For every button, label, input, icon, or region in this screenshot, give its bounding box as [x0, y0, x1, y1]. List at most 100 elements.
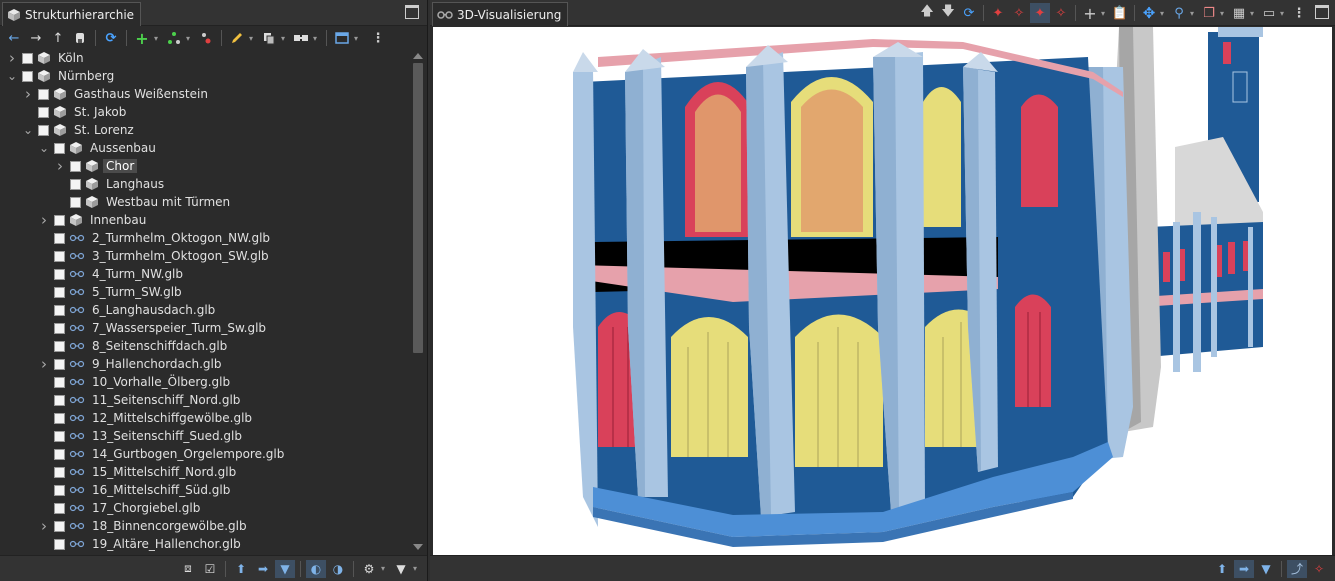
reload-view-icon[interactable]: ⟳ — [959, 3, 979, 23]
chevron-right-icon[interactable]: › — [6, 49, 18, 67]
grid-dropdown-icon[interactable]: ▾ — [1250, 9, 1258, 18]
link-icon[interactable] — [291, 28, 311, 48]
tree-item-checkbox[interactable] — [54, 430, 65, 442]
scroll-down-icon[interactable] — [413, 544, 423, 550]
tree-item[interactable]: 7_Wasserspeier_Turm_Sw.glb — [38, 319, 269, 337]
more-menu-icon[interactable]: ⋮ — [1289, 3, 1309, 23]
maximize-icon[interactable] — [405, 5, 419, 19]
tree-item[interactable]: ⌄ St. Lorenz — [22, 121, 137, 139]
tree-item-checkbox[interactable] — [22, 70, 33, 82]
tree-item-checkbox[interactable] — [54, 304, 65, 316]
pin-tool-icon[interactable]: ✧ — [1309, 560, 1329, 578]
chevron-down-icon[interactable]: ⌄ — [38, 141, 50, 155]
tree-item-checkbox[interactable] — [54, 214, 65, 226]
home-icon[interactable] — [70, 28, 90, 48]
tree-item-checkbox[interactable] — [54, 322, 65, 334]
tree-item[interactable]: St. Jakob — [22, 103, 129, 121]
move-up-icon[interactable]: 🡅 — [917, 3, 937, 23]
tree-item[interactable]: 5_Turm_SW.glb — [38, 283, 185, 301]
pin-clear-icon[interactable]: ✧ — [1051, 3, 1071, 23]
tree-item[interactable]: 4_Turm_NW.glb — [38, 265, 186, 283]
tree-item-checkbox[interactable] — [54, 502, 65, 514]
pan-dropdown-icon[interactable]: ▾ — [1160, 9, 1168, 18]
upload-icon[interactable]: ⬆ — [1212, 560, 1232, 578]
measure-icon[interactable]: ⤴ — [1287, 559, 1307, 578]
tab-3d-visualization[interactable]: 3D-Visualisierung — [432, 2, 569, 26]
chevron-right-icon[interactable]: › — [22, 85, 34, 103]
pin-red-icon[interactable]: ✦ — [988, 3, 1008, 23]
settings-icon[interactable]: ⚙ — [359, 560, 379, 578]
clipboard-icon[interactable]: 📋 — [1110, 3, 1130, 23]
arrow-right-icon[interactable]: ➡ — [1234, 559, 1254, 578]
forward-arrow-icon[interactable]: → — [26, 28, 46, 48]
tree-item[interactable]: 19_Altäre_Hallenchor.glb — [38, 535, 244, 553]
tree-item[interactable]: › 9_Hallenchordach.glb — [38, 355, 225, 373]
pan-move-icon[interactable]: ✥ — [1139, 3, 1159, 23]
edit-dropdown-icon[interactable]: ▾ — [249, 34, 257, 43]
tree-item[interactable]: › Gasthaus Weißenstein — [22, 85, 211, 103]
link-dropdown-icon[interactable]: ▾ — [313, 34, 321, 43]
tree-item-checkbox[interactable] — [54, 484, 65, 496]
view-options-icon[interactable] — [332, 28, 352, 48]
view-options-dropdown-icon[interactable]: ▾ — [354, 34, 362, 43]
chevron-right-icon[interactable]: › — [38, 517, 50, 535]
tree-item[interactable]: 13_Seitenschiff_Sued.glb — [38, 427, 245, 445]
tree-item-checkbox[interactable] — [70, 178, 81, 190]
tree-item-checkbox[interactable] — [54, 538, 65, 550]
tree-item[interactable]: 11_Seitenschiff_Nord.glb — [38, 391, 243, 409]
zoom-dropdown-icon[interactable]: ▾ — [1190, 9, 1198, 18]
tree-item-checkbox[interactable] — [54, 376, 65, 388]
zoom-icon[interactable]: ⚲ — [1169, 3, 1189, 23]
tree-scrollbar[interactable] — [410, 49, 426, 554]
tree-item-checkbox[interactable] — [54, 268, 65, 280]
tree-item[interactable]: Westbau mit Türmen — [54, 193, 233, 211]
chevron-right-icon[interactable]: › — [38, 355, 50, 373]
add-child-icon[interactable] — [164, 28, 184, 48]
tree-item-checkbox[interactable] — [54, 358, 65, 370]
maximize-icon[interactable] — [1315, 5, 1329, 19]
tree-item[interactable]: 15_Mittelschiff_Nord.glb — [38, 463, 239, 481]
eraser-icon[interactable]: ❐ — [1199, 3, 1219, 23]
grid-icon[interactable]: ▦ — [1229, 3, 1249, 23]
scrollbar-thumb[interactable] — [413, 63, 423, 353]
check-icon[interactable]: ☑ — [200, 560, 220, 578]
chevron-down-icon[interactable]: ⌄ — [22, 123, 34, 137]
tree-item-checkbox[interactable] — [22, 52, 33, 64]
tree-item[interactable]: 16_Mittelschiff_Süd.glb — [38, 481, 233, 499]
funnel-filter-icon[interactable]: ▼ — [391, 560, 411, 578]
crosshair-icon[interactable]: + — [1080, 3, 1100, 23]
3d-viewport[interactable] — [433, 27, 1332, 555]
tree-item-checkbox[interactable] — [54, 250, 65, 262]
tree-item[interactable]: ⌄ Aussenbau — [38, 139, 159, 157]
tree-item-checkbox[interactable] — [54, 142, 65, 154]
tab-structure-hierarchy[interactable]: Strukturhierarchie — [2, 2, 142, 26]
back-arrow-icon[interactable]: ← — [4, 28, 24, 48]
tree-item[interactable]: › Chor — [54, 157, 138, 175]
arrow-right-icon[interactable]: ➡ — [253, 560, 273, 578]
tree-item[interactable]: 17_Chorgiebel.glb — [38, 499, 203, 517]
sync-right-icon[interactable]: ◑ — [328, 560, 348, 578]
tree-item[interactable]: 8_Seitenschiffdach.glb — [38, 337, 230, 355]
sync-left-icon[interactable]: ◐ — [306, 559, 326, 578]
pin-add-icon[interactable]: ✦ — [1030, 3, 1050, 23]
filter-down-icon[interactable]: ▼ — [275, 559, 295, 578]
church-choir-model[interactable] — [433, 27, 1332, 555]
chevron-right-icon[interactable]: › — [54, 157, 66, 175]
tree-item-checkbox[interactable] — [70, 196, 81, 208]
settings-dropdown-icon[interactable]: ▾ — [381, 564, 389, 573]
tree-item[interactable]: 14_Gurtbogen_Orgelempore.glb — [38, 445, 287, 463]
add-icon[interactable]: + — [132, 28, 152, 48]
tree-item[interactable]: 10_Vorhalle_Ölberg.glb — [38, 373, 233, 391]
filter-dropdown-icon[interactable]: ▾ — [413, 564, 421, 573]
tree-item-checkbox[interactable] — [38, 88, 49, 100]
eraser-dropdown-icon[interactable]: ▾ — [1220, 9, 1228, 18]
tree-item-checkbox[interactable] — [54, 232, 65, 244]
pin-remove-icon[interactable]: ✧ — [1009, 3, 1029, 23]
add-child-dropdown-icon[interactable]: ▾ — [186, 34, 194, 43]
tree-item[interactable]: 6_Langhausdach.glb — [38, 301, 218, 319]
crosshair-dropdown-icon[interactable]: ▾ — [1101, 9, 1109, 18]
tree-item-checkbox[interactable] — [70, 160, 81, 172]
upload-icon[interactable]: ⬆ — [231, 560, 251, 578]
tree-item-checkbox[interactable] — [54, 448, 65, 460]
tree-item[interactable]: › Köln — [6, 49, 87, 67]
